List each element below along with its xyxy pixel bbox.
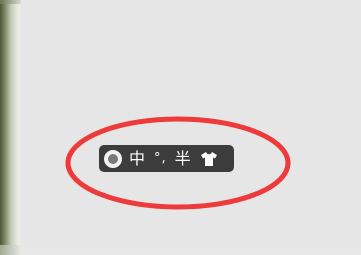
highlight-ellipse [65, 116, 291, 210]
screen: 中 °, 半 [0, 0, 361, 255]
